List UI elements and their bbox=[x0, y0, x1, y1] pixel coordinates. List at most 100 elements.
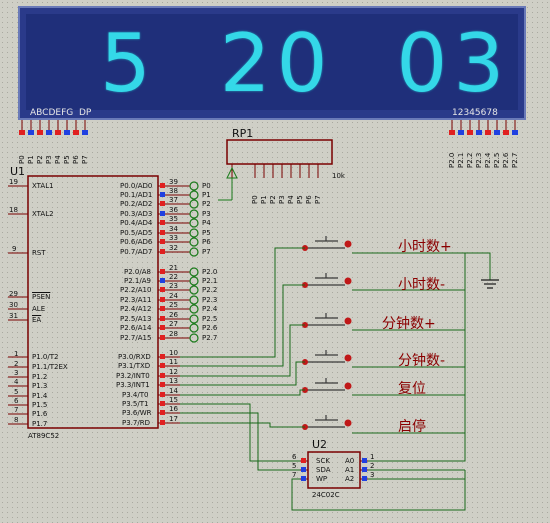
u1-pin-name: P3.7/RD bbox=[122, 419, 150, 427]
u1-pin-num: 23 bbox=[169, 282, 178, 290]
u1-pin-num: 28 bbox=[169, 330, 178, 338]
u1-pin-name: ALE bbox=[32, 305, 46, 313]
u1-pin-num: 12 bbox=[169, 368, 178, 376]
u2-ref: U2 bbox=[312, 438, 328, 451]
u1-net-label: P0 bbox=[202, 182, 211, 190]
u1-pin-name: P1.7 bbox=[32, 420, 48, 428]
u2-pin-name: A0 bbox=[345, 457, 355, 465]
u1-pin-name: P3.4/T0 bbox=[122, 391, 149, 399]
u1-net-label: P2.1 bbox=[202, 277, 218, 285]
u1-pin-name: P1.0/T2 bbox=[32, 353, 59, 361]
u1-pin-num: 35 bbox=[169, 215, 178, 223]
u1-net-label: P2.0 bbox=[202, 268, 218, 276]
schematic-wires bbox=[8, 120, 518, 511]
u1-pin-num: 17 bbox=[169, 415, 178, 423]
u1-pin-num: 27 bbox=[169, 320, 178, 328]
u1-pin-num: 1 bbox=[14, 350, 19, 358]
u1-pin-name: XTAL1 bbox=[32, 182, 54, 190]
u1-pin-num: 10 bbox=[169, 349, 178, 357]
u1-pin-num: 30 bbox=[9, 301, 18, 309]
u1-net-label: P2.5 bbox=[202, 315, 218, 323]
u1-pin-name: P2.0/A8 bbox=[124, 268, 151, 276]
u1-pin-name: PSEN bbox=[32, 293, 51, 301]
rp1-pin-3: P3 bbox=[278, 195, 286, 204]
u1-pin-num: 13 bbox=[169, 377, 178, 385]
u2-pin-num: 7 bbox=[292, 471, 297, 479]
button-label-hour-minus: 小时数- bbox=[398, 277, 446, 293]
rp1-ref: RP1 bbox=[232, 127, 254, 140]
u1-pin-num: 14 bbox=[169, 387, 178, 395]
u2-pin-name: A1 bbox=[345, 466, 355, 474]
u1-pin-name: P2.7/A15 bbox=[120, 334, 152, 342]
u1-pin-num: 38 bbox=[169, 187, 178, 195]
u2-pin-num: 1 bbox=[370, 453, 375, 461]
rp1-pin-0: P0 bbox=[251, 195, 259, 204]
u1-net-label: P2.6 bbox=[202, 324, 218, 332]
u1-pin-num: 15 bbox=[169, 396, 178, 404]
u1-net-label: P1 bbox=[202, 191, 211, 199]
u2-pin-name: A2 bbox=[345, 475, 355, 483]
rp1-pin-4: P4 bbox=[287, 195, 295, 204]
u1-pin-num: 19 bbox=[9, 178, 18, 186]
button-label-minute-minus: 分钟数- bbox=[398, 353, 446, 369]
u1-pin-num: 11 bbox=[169, 358, 178, 366]
u1-net-label: P2.7 bbox=[202, 334, 218, 342]
u1-pin-name: P2.2/A10 bbox=[120, 286, 152, 294]
u1-net-label: P2.3 bbox=[202, 296, 218, 304]
u1-pin-num: 21 bbox=[169, 264, 178, 272]
u1-pin-name: P1.6 bbox=[32, 410, 48, 418]
button-label-hour-plus: 小时数+ bbox=[398, 239, 452, 255]
u1-pin-name: P2.5/A13 bbox=[120, 315, 152, 323]
u1-pin-name: P0.7/AD7 bbox=[120, 248, 153, 256]
u1-pin-name: P2.6/A14 bbox=[120, 324, 152, 332]
u1-pin-num: 2 bbox=[14, 360, 19, 368]
rp1-pin-5: P5 bbox=[296, 195, 304, 204]
u2-pin-name: SCK bbox=[316, 457, 330, 465]
button-label-minute-plus: 分钟数+ bbox=[382, 316, 436, 332]
u1-pin-num: 7 bbox=[14, 406, 19, 414]
u1-pin-num: 36 bbox=[169, 206, 178, 214]
u1-pin-num: 5 bbox=[14, 388, 19, 396]
u1-pin-num: 33 bbox=[169, 234, 178, 242]
rp1-pin-1: P1 bbox=[260, 195, 268, 204]
u1-pin-num: 29 bbox=[9, 290, 18, 298]
u2-pin-num: 5 bbox=[292, 462, 297, 470]
rp1-pin-7: P7 bbox=[314, 195, 322, 204]
u1-pin-name: P0.4/AD4 bbox=[120, 219, 153, 227]
u1-part: AT89C52 bbox=[28, 432, 60, 440]
u1-pin-name: P2.1/A9 bbox=[124, 277, 151, 285]
u1-pin-name: P1.5 bbox=[32, 401, 48, 409]
u1-pin-num: 18 bbox=[9, 206, 18, 214]
u1-pin-num: 8 bbox=[14, 416, 19, 424]
u1-pin-name: P0.6/AD6 bbox=[120, 238, 153, 246]
u1-pin-name: XTAL2 bbox=[32, 210, 54, 218]
u1-pin-name: P0.0/AD0 bbox=[120, 182, 153, 190]
u1-pin-name: RST bbox=[32, 249, 46, 257]
u2-pin-name: SDA bbox=[316, 466, 331, 474]
u1-pin-name: P0.5/AD5 bbox=[120, 229, 153, 237]
u2-pin-num: 3 bbox=[370, 471, 375, 479]
u1-pin-name: P1.2 bbox=[32, 373, 48, 381]
rp1-pin-2: P2 bbox=[269, 195, 277, 204]
u1-pin-num: 4 bbox=[14, 378, 19, 386]
u1-pin-name: P3.0/RXD bbox=[118, 353, 151, 361]
u1-pin-num: 39 bbox=[169, 178, 178, 186]
u1-pin-num: 24 bbox=[169, 292, 178, 300]
rp1-value: 10k bbox=[332, 172, 345, 180]
button-label-reset: 复位 bbox=[398, 381, 426, 397]
u1-pin-num: 34 bbox=[169, 225, 178, 233]
rp1-pin-6: P6 bbox=[305, 195, 313, 204]
u1-pin-num: 31 bbox=[9, 312, 18, 320]
u1-pin-name: P3.6/WR bbox=[122, 409, 152, 417]
button-label-start-stop: 启停 bbox=[398, 419, 426, 435]
u1-pin-num: 6 bbox=[14, 397, 19, 405]
u1-ref: U1 bbox=[10, 165, 26, 178]
u1-net-label: P2.2 bbox=[202, 286, 218, 294]
u1-pin-name: P1.1/T2EX bbox=[32, 363, 68, 371]
u1-pin-name: EA bbox=[32, 316, 42, 324]
u1-pin-num: 37 bbox=[169, 196, 178, 204]
u1-net-label: P4 bbox=[202, 219, 211, 227]
u1-net-label: P2.4 bbox=[202, 305, 218, 313]
u1-pin-name: P0.2/AD2 bbox=[120, 200, 153, 208]
u1-pin-num: 26 bbox=[169, 311, 178, 319]
